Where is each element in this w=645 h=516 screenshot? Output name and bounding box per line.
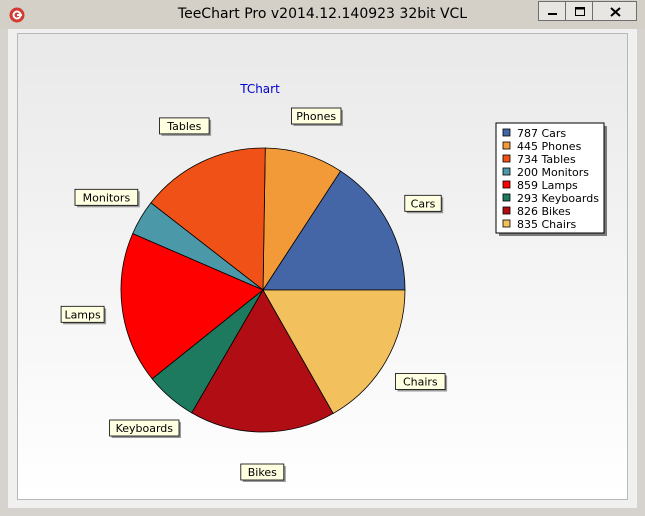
legend-item: 826 Bikes [517, 205, 571, 218]
pie-label-text: Keyboards [116, 422, 174, 435]
legend-item: 835 Chairs [517, 218, 576, 231]
legend-swatch [502, 154, 511, 163]
maximize-button[interactable] [565, 1, 593, 21]
pie-chart: TChart Cars Phones Tables Monitors Lamps Keyb… [18, 34, 627, 499]
pie-label-text: Monitors [83, 191, 131, 204]
legend-swatch [502, 206, 511, 215]
app-window: TeeChart Pro v2014.12.140923 32bit VCL T… [0, 0, 645, 516]
title-bar[interactable]: TeeChart Pro v2014.12.140923 32bit VCL [0, 0, 645, 29]
minimize-icon [548, 13, 557, 15]
legend-swatch [502, 219, 511, 228]
pie-label-cars: Cars [404, 194, 444, 214]
pie-label-chairs: Chairs [395, 373, 448, 392]
legend-swatch [502, 141, 511, 150]
close-icon [610, 7, 621, 17]
legend-item: 787 Cars [517, 127, 566, 140]
pie-label-tables: Tables [159, 117, 212, 136]
chart-title: TChart [239, 82, 280, 96]
legend-item: 200 Monitors [517, 166, 589, 179]
chart-panel: TChart Cars Phones Tables Monitors Lamps Keyb… [17, 33, 628, 500]
pie-label-text: Lamps [64, 308, 101, 321]
pie-label-bikes: Bikes [240, 463, 286, 482]
minimize-button[interactable] [538, 1, 566, 21]
legend-swatch [502, 167, 511, 176]
pie-label-text: Phones [296, 110, 336, 123]
pie-label-lamps: Lamps [60, 305, 107, 325]
pie-label-phones: Phones [290, 107, 343, 126]
legend-swatch [502, 180, 511, 189]
pie-label-text: Chairs [403, 376, 438, 389]
legend-item: 445 Phones [517, 140, 582, 153]
pie-label-keyboards: Keyboards [109, 419, 181, 438]
legend-swatch [502, 193, 511, 202]
chart-legend: 787 Cars445 Phones734 Tables200 Monitors… [495, 122, 607, 236]
pie-label-text: Bikes [248, 466, 277, 479]
pie-label-text: Tables [166, 120, 201, 133]
pie-label-monitors: Monitors [74, 188, 140, 208]
pie-label-text: Cars [411, 197, 436, 210]
legend-item: 859 Lamps [517, 179, 578, 192]
legend-item: 734 Tables [517, 153, 576, 166]
legend-swatch [502, 128, 511, 137]
close-button[interactable] [592, 1, 637, 21]
maximize-icon [575, 7, 585, 16]
legend-item: 293 Keyboards [517, 192, 599, 205]
